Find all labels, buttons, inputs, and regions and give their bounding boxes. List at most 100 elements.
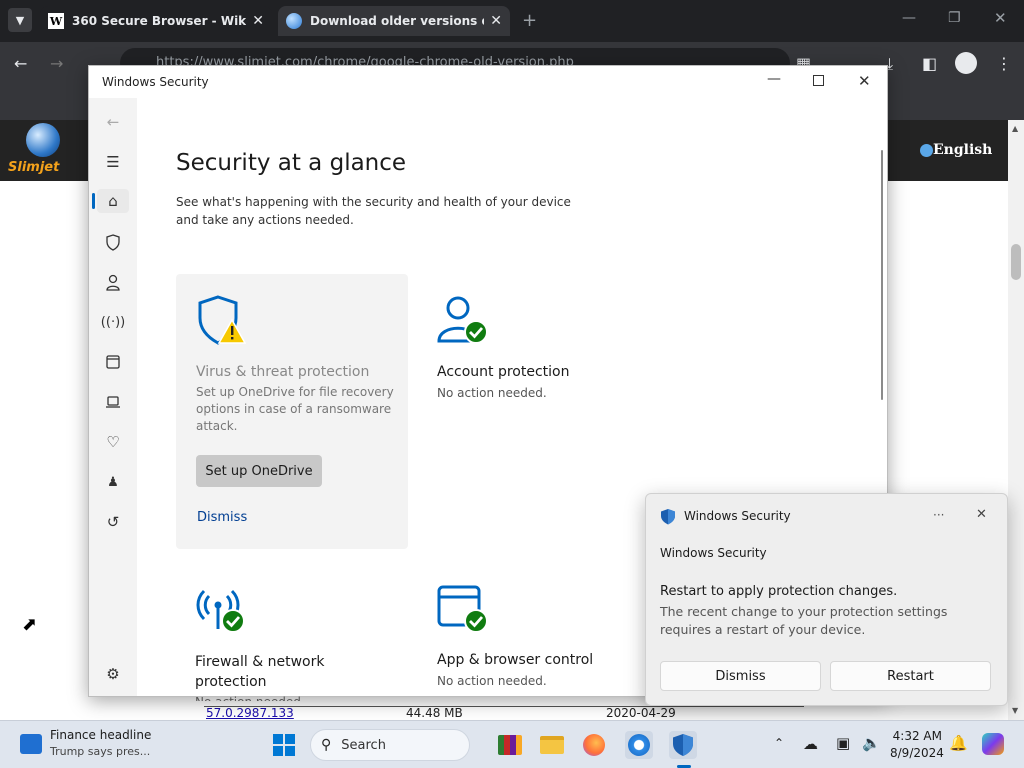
- virus-threat-card[interactable]: Virus & threat protection Set up OneDriv…: [176, 274, 408, 549]
- page-desc-line: See what's happening with the security a…: [176, 195, 571, 209]
- side-panel-icon[interactable]: ◧: [922, 54, 937, 73]
- account-card-status: No action needed.: [437, 386, 547, 400]
- news-subtitle: Trump says pres...: [50, 745, 151, 758]
- desc-line: options in case of a ransomware: [196, 402, 392, 416]
- scroll-up-icon[interactable]: ▲: [1012, 124, 1018, 133]
- wireless-check-icon: [194, 583, 246, 639]
- virus-card-title: Virus & threat protection: [196, 364, 370, 380]
- back-arrow-icon[interactable]: ←: [101, 110, 125, 134]
- firewall-card-title: Firewall & network protection: [195, 652, 324, 692]
- scroll-down-icon[interactable]: ▼: [1012, 706, 1018, 715]
- minimize-icon[interactable]: —: [902, 10, 916, 26]
- notification-bell-icon[interactable]: 🔔: [949, 734, 968, 752]
- ws-shield-app-icon: [660, 508, 676, 529]
- page-scrollbar[interactable]: ▲ ▼: [1008, 120, 1024, 720]
- tray-chevron-up-icon[interactable]: ⌃: [774, 736, 784, 750]
- shield-icon[interactable]: [101, 230, 125, 254]
- size-cell: 44.48 MB: [406, 706, 463, 720]
- browser-360-icon[interactable]: [625, 731, 653, 759]
- virus-card-description: Set up OneDrive for file recovery option…: [196, 384, 394, 435]
- tab-close-icon[interactable]: ✕: [490, 13, 502, 29]
- account-card-title: Account protection: [437, 364, 570, 380]
- windows-security-taskbar-icon[interactable]: [669, 731, 697, 759]
- ws-content-scrollbar[interactable]: [881, 150, 883, 400]
- app-browser-control-card[interactable]: App & browser control No action needed.: [417, 563, 649, 703]
- page-desc-line: and take any actions needed.: [176, 213, 354, 227]
- forward-arrow-icon[interactable]: →: [50, 54, 63, 73]
- firewall-network-card[interactable]: Firewall & network protection No action …: [176, 563, 408, 703]
- home-icon[interactable]: ⌂: [97, 189, 129, 213]
- version-table-row: 57.0.2987.133 44.48 MB 2020-04-29: [204, 706, 804, 720]
- copilot-icon[interactable]: [982, 733, 1004, 755]
- search-label: Search: [341, 737, 386, 753]
- title-line: protection: [195, 674, 267, 690]
- person-icon[interactable]: [101, 270, 125, 294]
- ws-sidebar: ← ☰ ⌂ ((·)) ♡ ♟ ↺ ⚙: [89, 98, 137, 696]
- tab-search-button[interactable]: ▼: [8, 8, 32, 32]
- settings-gear-icon[interactable]: ⚙: [101, 662, 125, 686]
- restore-icon[interactable]: ❐: [948, 10, 961, 26]
- profile-avatar[interactable]: [955, 52, 977, 74]
- tab-title: Download older versions of Go: [310, 14, 484, 28]
- toast-body-line: The recent change to your protection set…: [660, 604, 948, 619]
- slimjet-logo-text: Slimjet: [8, 160, 60, 175]
- menu-kebab-icon[interactable]: ⋮: [996, 54, 1012, 73]
- nav-active-indicator: [92, 193, 95, 209]
- tab-close-icon[interactable]: ✕: [252, 13, 264, 29]
- app-card-title: App & browser control: [437, 652, 594, 668]
- family-icon[interactable]: ♟: [101, 470, 125, 494]
- volume-icon[interactable]: 🔈: [862, 734, 881, 752]
- toast-close-icon[interactable]: ✕: [976, 507, 987, 522]
- dismiss-link[interactable]: Dismiss: [197, 510, 247, 525]
- app-browser-icon[interactable]: [101, 350, 125, 374]
- ws-minimize-icon[interactable]: —: [767, 71, 781, 87]
- date-cell: 2020-04-29: [606, 706, 676, 720]
- tab-title: 360 Secure Browser - Wikipedi: [72, 14, 247, 28]
- new-tab-icon[interactable]: +: [522, 10, 537, 31]
- tab-slimjet-active[interactable]: Download older versions of Go ✕: [278, 6, 510, 36]
- news-title: Finance headline: [50, 728, 152, 742]
- account-check-icon: [436, 294, 488, 350]
- toast-dismiss-button[interactable]: Dismiss: [660, 661, 821, 691]
- globe-favicon-icon: [286, 13, 302, 29]
- back-arrow-icon[interactable]: ←: [14, 54, 27, 73]
- account-protection-card[interactable]: Account protection No action needed.: [417, 274, 649, 549]
- books-app-icon[interactable]: [496, 731, 524, 759]
- onedrive-cloud-icon[interactable]: ☁: [803, 735, 818, 753]
- firefox-icon[interactable]: [580, 731, 608, 759]
- hamburger-menu-icon[interactable]: ☰: [101, 150, 125, 174]
- heartbeat-icon[interactable]: ♡: [101, 430, 125, 454]
- ws-maximize-icon[interactable]: [813, 75, 824, 86]
- clock[interactable]: 4:32 AM 8/9/2024: [890, 728, 944, 762]
- toast-app-name: Windows Security: [684, 509, 791, 523]
- ws-window-title: Windows Security: [102, 75, 209, 89]
- history-icon[interactable]: ↺: [101, 510, 125, 534]
- network-icon[interactable]: ▣: [836, 734, 850, 752]
- chevron-down-icon: ▼: [15, 13, 25, 27]
- tab-wikipedia[interactable]: W 360 Secure Browser - Wikipedi ✕: [40, 6, 272, 36]
- toast-restart-button[interactable]: Restart: [830, 661, 991, 691]
- scroll-thumb[interactable]: [1011, 244, 1021, 280]
- laptop-icon[interactable]: [101, 390, 125, 414]
- page-description: See what's happening with the security a…: [176, 193, 571, 229]
- set-up-onedrive-button[interactable]: Set up OneDrive: [196, 455, 322, 487]
- browser-tab-bar: ▼ W 360 Secure Browser - Wikipedi ✕ Down…: [0, 0, 1024, 42]
- globe-icon: [920, 143, 933, 157]
- wireless-antenna-icon[interactable]: ((·)): [101, 310, 125, 334]
- toast-body: The recent change to your protection set…: [660, 603, 947, 639]
- toast-body-line: requires a restart of your device.: [660, 622, 866, 637]
- wikipedia-favicon-icon: W: [48, 13, 64, 29]
- ws-close-icon[interactable]: ✕: [858, 72, 871, 90]
- toast-more-button[interactable]: ···: [933, 508, 944, 522]
- close-window-icon[interactable]: ✕: [994, 9, 1007, 27]
- windows-taskbar: Finance headline Trump says pres... ⚲ Se…: [0, 720, 1024, 768]
- file-explorer-icon[interactable]: [538, 731, 566, 759]
- windows-start-icon[interactable]: [270, 731, 298, 759]
- taskbar-search-box[interactable]: ⚲ Search: [310, 729, 470, 761]
- news-widget[interactable]: Finance headline Trump says pres...: [14, 727, 184, 763]
- desc-line: attack.: [196, 419, 238, 433]
- language-label: English: [933, 142, 993, 158]
- language-selector[interactable]: English: [920, 142, 992, 158]
- ws-title-bar: Windows Security — ✕: [89, 66, 887, 98]
- version-link[interactable]: 57.0.2987.133: [206, 706, 294, 720]
